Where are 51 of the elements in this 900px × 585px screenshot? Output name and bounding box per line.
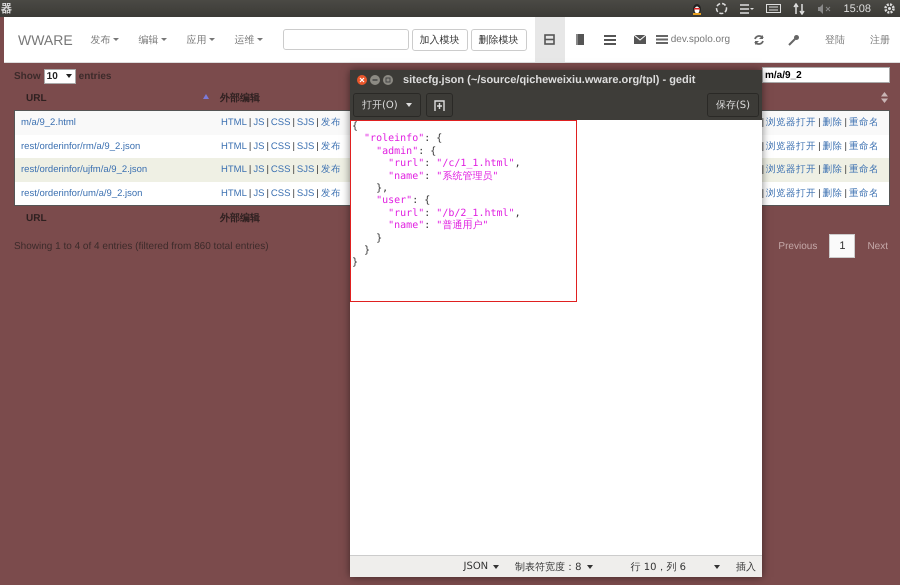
link-separator: | bbox=[844, 117, 847, 128]
link-separator: | bbox=[266, 140, 269, 152]
link-separator: | bbox=[762, 164, 764, 176]
code-line: }, bbox=[375, 182, 390, 196]
link-separator: | bbox=[818, 117, 821, 128]
code-line: "user": { bbox=[375, 195, 432, 208]
code-line: "roleinfo": { bbox=[363, 133, 444, 146]
link-separator: | bbox=[818, 164, 821, 176]
link-separator: | bbox=[316, 164, 319, 176]
code-line: "name": "普通用户" bbox=[387, 220, 490, 233]
link-separator: | bbox=[266, 164, 269, 176]
link-separator: | bbox=[248, 117, 252, 128]
link-separator: | bbox=[818, 188, 821, 199]
link-separator: | bbox=[316, 140, 319, 152]
show-label: Show bbox=[14, 70, 41, 82]
link-separator: | bbox=[762, 188, 764, 199]
clock: 15:08 bbox=[843, 2, 871, 14]
link-separator: | bbox=[248, 164, 252, 176]
code-line: "name": "系统管理员" bbox=[387, 170, 500, 183]
code-line: "rurl": "/b/2_1.html", bbox=[387, 208, 522, 220]
code-line: "rurl": "/c/1_1.html", bbox=[387, 158, 522, 170]
link-separator: | bbox=[248, 188, 252, 199]
code-line: } bbox=[363, 244, 372, 258]
column-footer: URL bbox=[14, 212, 220, 224]
column-footer: 外部编辑 bbox=[220, 211, 350, 225]
link-separator: | bbox=[762, 117, 764, 128]
link-separator: | bbox=[292, 164, 295, 176]
link-separator: | bbox=[292, 140, 295, 152]
link-separator: | bbox=[762, 140, 764, 152]
code-line: } bbox=[351, 257, 360, 270]
link-separator: | bbox=[248, 140, 252, 152]
window-title: sitecfg.json (~/source/qicheweixiu.wware.org/tpl) - gedit bbox=[403, 74, 696, 86]
code-line: } bbox=[375, 232, 384, 245]
code-line: "admin": { bbox=[375, 146, 438, 158]
link-separator: | bbox=[292, 188, 295, 199]
link-separator: | bbox=[316, 117, 319, 128]
link-separator: | bbox=[266, 117, 269, 128]
app-title: 器 bbox=[0, 1, 12, 16]
link-separator: | bbox=[844, 188, 847, 199]
link-separator: | bbox=[266, 188, 269, 199]
link-separator: | bbox=[292, 117, 295, 128]
cursor-position: 行 10，列 6 bbox=[630, 560, 686, 574]
insert-mode: 插入 bbox=[736, 560, 756, 574]
entries-label: entries bbox=[78, 70, 112, 82]
link-separator: | bbox=[844, 140, 847, 152]
code-line: { bbox=[351, 121, 360, 134]
server-name: dev.spolo.org bbox=[670, 34, 730, 45]
link-separator: | bbox=[818, 140, 821, 152]
link-separator: | bbox=[316, 188, 319, 199]
link-separator: | bbox=[844, 164, 847, 176]
table-info: Showing 1 to 4 of 4 entries (filtered from 860 total entries) bbox=[14, 240, 269, 252]
